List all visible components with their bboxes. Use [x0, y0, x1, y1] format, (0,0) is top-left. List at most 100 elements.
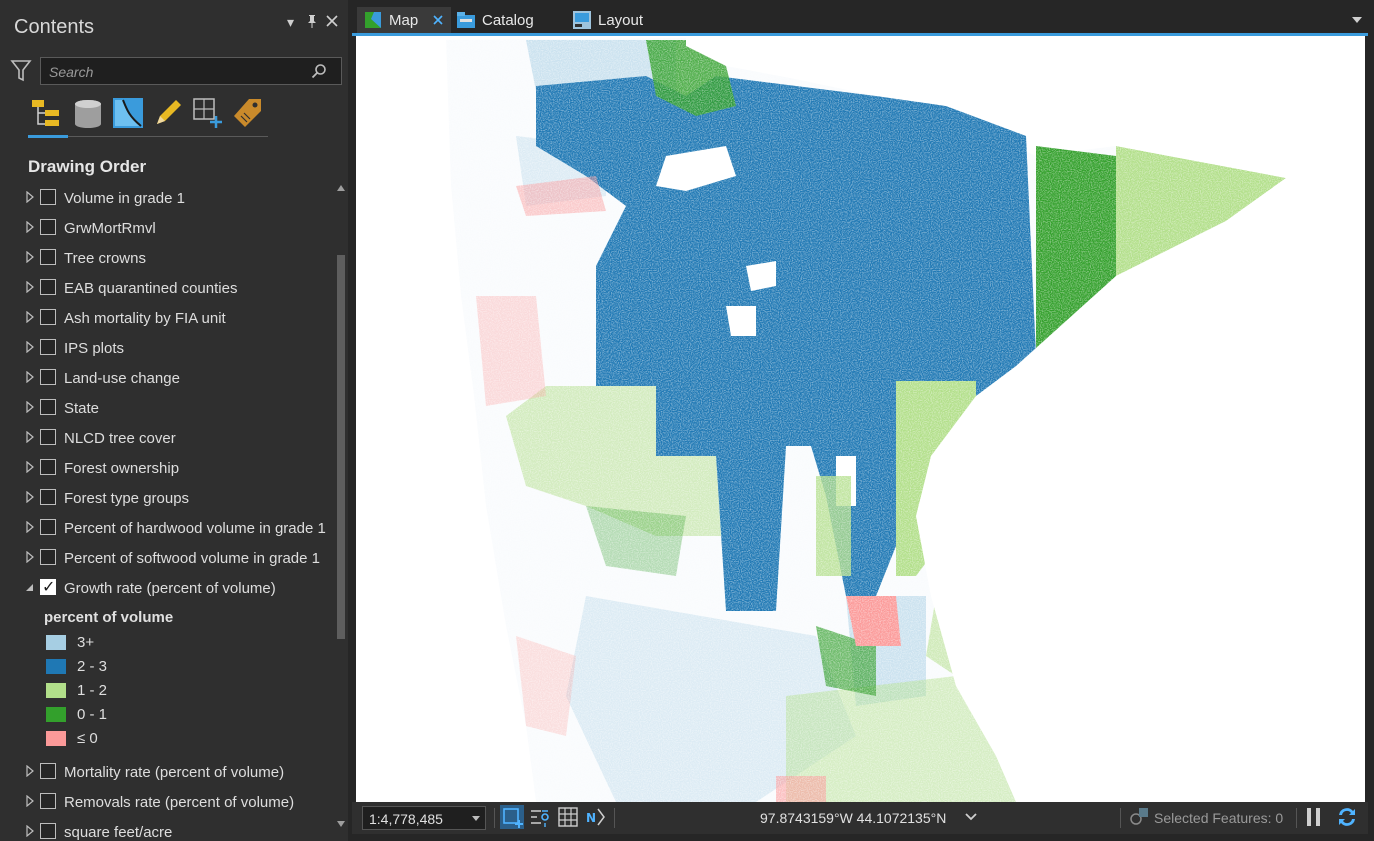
layer-checkbox[interactable] — [40, 339, 56, 355]
layer-checkbox[interactable] — [40, 823, 56, 839]
layer-label: GrwMortRmvl — [64, 220, 156, 237]
layer-checkbox[interactable] — [40, 189, 56, 205]
layer-checkbox[interactable] — [40, 309, 56, 325]
pane-options-icon[interactable]: ▾ — [287, 14, 294, 31]
expand-icon[interactable] — [26, 461, 34, 473]
legend-swatch[interactable] — [46, 635, 66, 650]
legend-item[interactable]: 2 - 3 — [46, 655, 246, 679]
legend-swatch[interactable] — [46, 659, 66, 674]
pause-drawing-icon[interactable] — [1302, 805, 1326, 829]
layer-checkbox[interactable] — [40, 249, 56, 265]
refresh-icon[interactable] — [1335, 805, 1359, 829]
layer-item[interactable]: Forest type groups — [0, 483, 334, 513]
layer-list-scrollbar[interactable] — [334, 183, 348, 833]
search-input[interactable] — [47, 62, 301, 82]
close-pane-icon[interactable] — [326, 14, 338, 30]
expand-icon[interactable] — [26, 281, 34, 293]
scale-dropdown[interactable]: 1:4,778,485 — [362, 806, 486, 830]
layer-item[interactable]: Ash mortality by FIA unit — [0, 303, 334, 333]
legend-label: 1 - 2 — [77, 682, 108, 699]
layer-checkbox[interactable] — [40, 793, 56, 809]
scroll-down-icon[interactable] — [336, 819, 346, 829]
expand-icon[interactable] — [26, 251, 34, 263]
list-by-labeling-icon[interactable] — [231, 96, 265, 130]
list-by-data-source-icon[interactable] — [71, 96, 105, 130]
collapse-icon[interactable] — [26, 581, 34, 593]
filter-icon[interactable] — [10, 58, 32, 84]
chevron-down-icon[interactable] — [964, 810, 978, 824]
layer-checkbox[interactable] — [40, 369, 56, 385]
legend-swatch[interactable] — [46, 683, 66, 698]
legend-item[interactable]: 1 - 2 — [46, 679, 246, 703]
map-image[interactable] — [356, 36, 1365, 802]
expand-icon[interactable] — [26, 191, 34, 203]
legend-swatch[interactable] — [46, 731, 66, 746]
layer-item[interactable]: IPS plots — [0, 333, 334, 363]
expand-icon[interactable] — [26, 491, 34, 503]
tab-overflow-icon[interactable] — [1352, 17, 1362, 24]
north-arrow-icon[interactable]: N — [584, 805, 608, 829]
search-icon[interactable] — [311, 63, 327, 79]
expand-icon[interactable] — [26, 371, 34, 383]
layer-checkbox[interactable] — [40, 549, 56, 565]
search-row — [0, 54, 348, 90]
legend-item[interactable]: 0 - 1 — [46, 703, 246, 727]
close-tab-icon[interactable] — [433, 15, 443, 25]
layer-checkbox-checked[interactable] — [40, 577, 56, 597]
fixed-extent-icon[interactable] — [500, 805, 524, 829]
layer-checkbox[interactable] — [40, 519, 56, 535]
tab-layout[interactable]: Layout — [570, 7, 670, 33]
expand-icon[interactable] — [26, 341, 34, 353]
tab-catalog[interactable]: Catalog — [454, 7, 564, 33]
layer-item-growth-rate[interactable]: Growth rate (percent of volume) — [0, 573, 334, 603]
layer-item[interactable]: State — [0, 393, 334, 423]
selected-features-icon[interactable] — [1127, 805, 1151, 829]
layer-item[interactable]: square feet/acre — [0, 817, 334, 841]
layer-checkbox[interactable] — [40, 459, 56, 475]
expand-icon[interactable] — [26, 521, 34, 533]
layer-item[interactable]: Percent of hardwood volume in grade 1 — [0, 513, 334, 543]
expand-icon[interactable] — [26, 311, 34, 323]
search-box[interactable] — [40, 57, 342, 85]
tab-map[interactable]: Map — [357, 7, 451, 33]
layer-checkbox[interactable] — [40, 219, 56, 235]
layer-item[interactable]: Removals rate (percent of volume) — [0, 787, 334, 817]
layer-checkbox[interactable] — [40, 763, 56, 779]
layer-item[interactable]: Percent of softwood volume in grade 1 — [0, 543, 334, 573]
list-by-drawing-order-icon[interactable] — [30, 96, 64, 130]
map-canvas[interactable] — [356, 36, 1365, 802]
legend-swatch[interactable] — [46, 707, 66, 722]
legend-item[interactable]: 3+ — [46, 631, 246, 655]
svg-text:N: N — [586, 811, 596, 825]
chevron-down-icon[interactable] — [472, 816, 480, 821]
layer-item[interactable]: NLCD tree cover — [0, 423, 334, 453]
list-by-editing-icon[interactable] — [151, 96, 185, 130]
snapping-icon[interactable] — [528, 805, 552, 829]
layer-item[interactable]: Mortality rate (percent of volume) — [0, 757, 334, 787]
scroll-thumb[interactable] — [337, 255, 345, 639]
layer-checkbox[interactable] — [40, 429, 56, 445]
layer-checkbox[interactable] — [40, 279, 56, 295]
expand-icon[interactable] — [26, 825, 34, 837]
list-by-selection-icon[interactable] — [111, 96, 145, 130]
expand-icon[interactable] — [26, 401, 34, 413]
expand-icon[interactable] — [26, 221, 34, 233]
expand-icon[interactable] — [26, 551, 34, 563]
grid-icon[interactable] — [556, 805, 580, 829]
selected-features-count: Selected Features: 0 — [1154, 810, 1284, 826]
legend-item[interactable]: ≤ 0 — [46, 727, 246, 751]
expand-icon[interactable] — [26, 431, 34, 443]
layer-item[interactable]: Land-use change — [0, 363, 334, 393]
expand-icon[interactable] — [26, 795, 34, 807]
list-by-snapping-icon[interactable] — [191, 96, 225, 130]
layer-item[interactable]: EAB quarantined counties — [0, 273, 334, 303]
expand-icon[interactable] — [26, 765, 34, 777]
layer-item[interactable]: Tree crowns — [0, 243, 334, 273]
layer-item[interactable]: GrwMortRmvl — [0, 213, 334, 243]
layer-item[interactable]: Volume in grade 1 — [0, 183, 334, 213]
pin-icon[interactable] — [306, 14, 318, 31]
scroll-up-icon[interactable] — [336, 183, 346, 193]
layer-checkbox[interactable] — [40, 489, 56, 505]
layer-checkbox[interactable] — [40, 399, 56, 415]
layer-item[interactable]: Forest ownership — [0, 453, 334, 483]
